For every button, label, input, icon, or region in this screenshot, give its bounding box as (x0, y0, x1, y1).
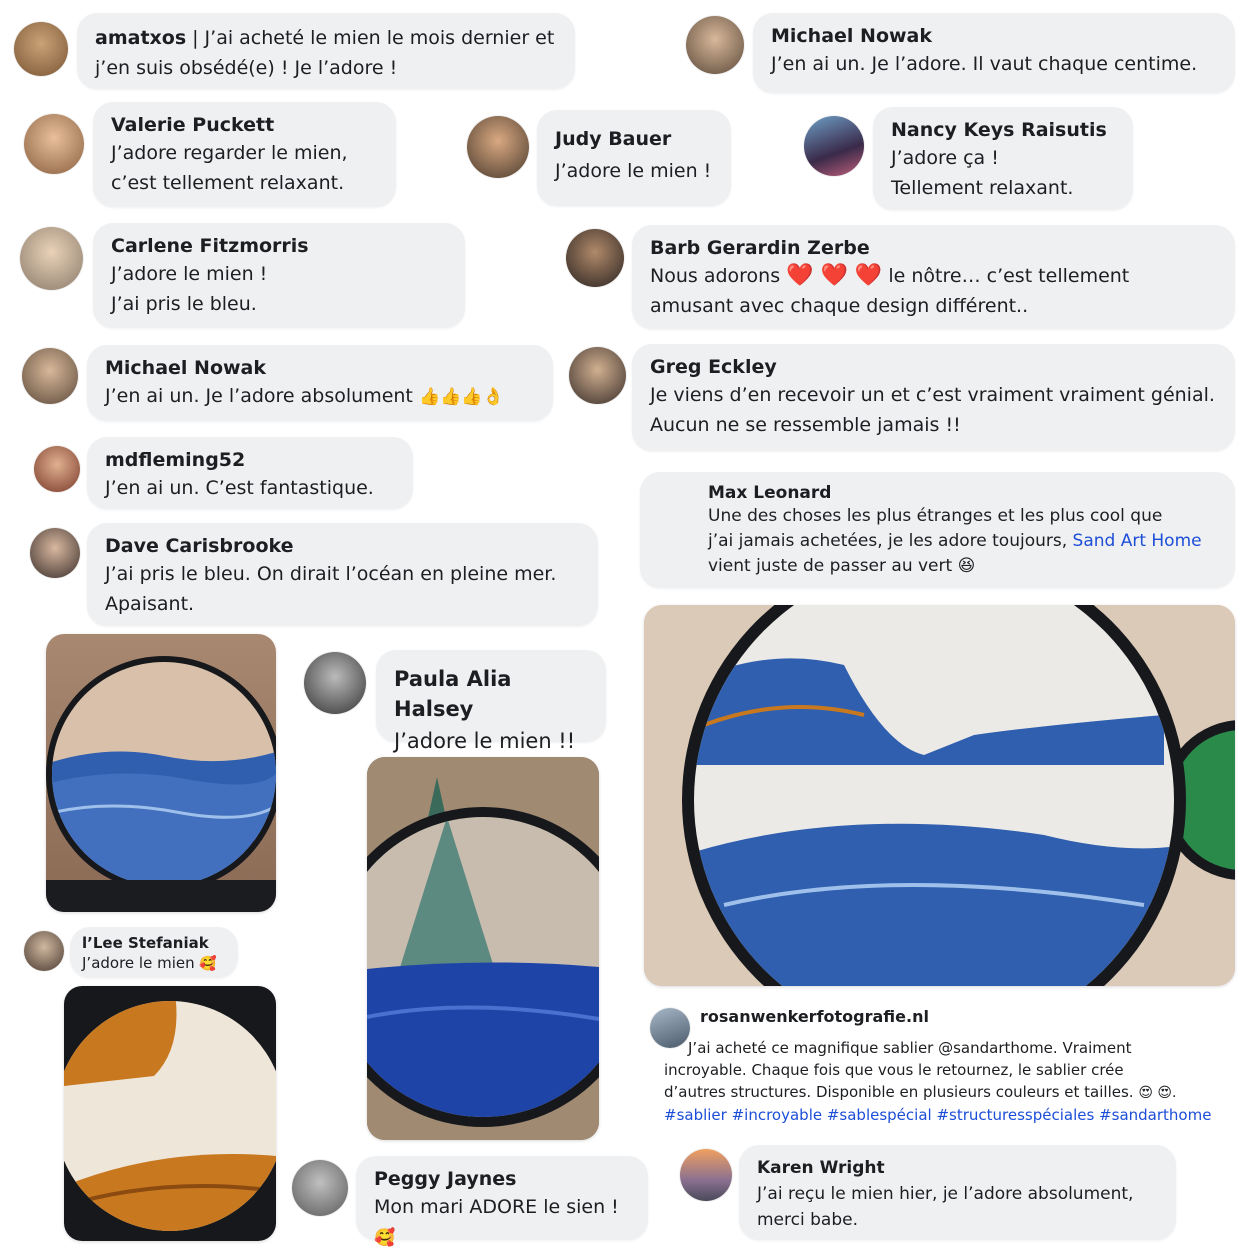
commenter-name[interactable]: Carlene Fitzmorris (111, 233, 447, 259)
commenter-name[interactable]: amatxos (95, 27, 186, 49)
comment-text: J’adore le mien (82, 954, 195, 972)
comment-amatxos: amatxos | J’ai acheté le mien le mois dern… (77, 13, 575, 89)
sand-art-frame-icon (367, 757, 599, 1140)
comment-line: Apaisant. (105, 593, 195, 615)
avatar-greg-eckley[interactable] (569, 347, 626, 404)
avatar-amatxos[interactable] (14, 22, 68, 76)
avatar-judy-bauer[interactable] (467, 116, 529, 178)
commenter-name[interactable]: Dave Carisbrooke (105, 533, 580, 559)
sand-art-home-link[interactable]: Sand Art Home (1073, 531, 1202, 551)
commenter-name[interactable]: Michael Nowak (105, 355, 535, 381)
comment-text: J’en ai un. C’est fantastique. (105, 477, 374, 499)
avatar-valerie-puckett[interactable] (24, 114, 84, 174)
commenter-name[interactable]: Barb Gerardin Zerbe (650, 235, 1217, 261)
heart-face-emoji-icon: 🥰 (374, 1228, 396, 1248)
comment-karen-wright: Karen Wright J’ai reçu le mien hier, je … (739, 1145, 1176, 1240)
comment-text: J’en ai un. Je l’adore absolument (105, 385, 413, 407)
avatar-peggy-jaynes[interactable] (292, 1160, 348, 1216)
comment-line: amusant avec chaque design différent.. (650, 295, 1029, 317)
sand-art-photo-large (644, 605, 1235, 986)
commenter-name[interactable]: Nancy Keys Raisutis (891, 117, 1115, 143)
comment-line: J’adore le mien ! (111, 263, 268, 285)
comment-peggy-jaynes: Peggy Jaynes Mon mari ADORE le sien ! 🥰 (356, 1156, 648, 1248)
comment-michael-nowak-2: Michael Nowak J’en ai un. Je l’adore abs… (87, 345, 553, 421)
sand-art-frame-icon (644, 605, 1235, 986)
commenter-name[interactable]: l’Lee Stefaniak (82, 933, 226, 953)
commenter-name[interactable]: Karen Wright (757, 1155, 1158, 1181)
avatar-paula-alia-halsey[interactable] (304, 652, 366, 714)
comment-barb-gerardin-zerbe: Barb Gerardin Zerbe Nous adorons ❤️ ❤️ ❤… (632, 225, 1235, 329)
sand-art-frame-icon (46, 656, 276, 912)
avatar-barb-gerardin-zerbe[interactable] (566, 229, 624, 287)
comment-text: J’adore le mien !! (394, 729, 576, 753)
comment-text: d’autres structures. Disponible en plusi… (664, 1083, 1134, 1101)
commenter-name[interactable]: Michael Nowak (771, 23, 1217, 49)
comment-line: J’adore regarder le mien, (111, 142, 348, 164)
avatar-dave-carisbrooke[interactable] (30, 528, 80, 578)
comment-line: J’ai pris le bleu. (111, 293, 257, 315)
comment-line: Une des choses les plus étranges et les … (708, 506, 1163, 526)
comment-line: J’ai acheté ce magnifique sablier @sanda… (688, 1039, 1132, 1057)
comment-rosanwenkerfotografie: rosanwenkerfotografie.nl J’ai acheté ce … (664, 1005, 1244, 1126)
avatar-karen-wright[interactable] (680, 1149, 732, 1201)
comment-text: J’en ai un. Je l’adore. Il vaut chaque c… (771, 53, 1198, 75)
hashtags[interactable]: #sablier #incroyable #sablespécial #stru… (664, 1104, 1244, 1126)
comment-max-leonard: Max Leonard Une des choses les plus étra… (640, 472, 1235, 588)
heart-eyes-emoji-icon: 😍 😍. (1138, 1085, 1177, 1101)
comment-michael-nowak-1: Michael Nowak J’en ai un. Je l’adore. Il… (753, 13, 1235, 93)
comment-judy-bauer: Judy Bauer J’adore le mien ! (537, 110, 731, 206)
comment-text: j’ai jamais achetées, je les adore toujo… (708, 531, 1068, 551)
avatar-lee-stefaniak[interactable] (24, 931, 64, 971)
comment-text: Mon mari ADORE le sien ! (374, 1196, 619, 1218)
comment-carlene-fitzmorris: Carlene Fitzmorris J’adore le mien ! J’a… (93, 223, 465, 328)
commenter-name[interactable]: Peggy Jaynes (374, 1166, 630, 1192)
comment-line: incroyable. Chaque fois que vous le reto… (664, 1061, 1124, 1079)
commenter-name[interactable]: Paula Alia Halsey (394, 664, 588, 724)
comment-line: Je viens d’en recevoir un et c’est vraim… (650, 384, 1215, 406)
comment-lee-stefaniak: l’Lee Stefaniak J’adore le mien 🥰 (70, 927, 238, 978)
comment-line: c’est tellement relaxant. (111, 172, 345, 194)
comment-dave-carisbrooke: Dave Carisbrooke J’ai pris le bleu. On d… (87, 523, 598, 626)
commenter-name[interactable]: Max Leonard (708, 482, 1217, 504)
comment-nancy-keys-raisutis: Nancy Keys Raisutis J’adore ça ! Telleme… (873, 107, 1133, 210)
comment-mdfleming52: mdfleming52 J’en ai un. C’est fantastiqu… (87, 437, 413, 509)
comment-text: J’adore le mien ! (555, 160, 712, 182)
avatar-carlene-fitzmorris[interactable] (20, 227, 83, 290)
avatar-michael-nowak[interactable] (686, 16, 744, 74)
sand-art-photo-orange (64, 986, 276, 1241)
laughing-emoji-icon: 😆 (957, 556, 976, 576)
comment-line: J’ai pris le bleu. On dirait l’océan en … (105, 563, 557, 585)
commenter-name[interactable]: Greg Eckley (650, 354, 1217, 380)
avatar-michael-nowak-2[interactable] (22, 348, 78, 404)
comment-line: merci babe. (757, 1210, 858, 1230)
comment-text: le nôtre… c’est tellement (888, 265, 1130, 287)
commenter-name[interactable]: mdfleming52 (105, 447, 395, 473)
sand-art-frame-icon (64, 1001, 276, 1231)
comment-line: Tellement relaxant. (891, 177, 1074, 199)
thumbs-up-emoji-icon: 👍👍👍👌 (418, 387, 504, 407)
comment-line: J’ai reçu le mien hier, je l’adore absol… (757, 1184, 1134, 1204)
comment-line: Aucun ne se ressemble jamais !! (650, 414, 961, 436)
commenter-name[interactable]: Judy Bauer (555, 126, 713, 152)
comment-line: J’adore ça ! (891, 147, 999, 169)
heart-emoji-icon: ❤️ ❤️ ❤️ (786, 263, 883, 288)
comment-text: Nous adorons (650, 265, 781, 287)
commenter-name[interactable]: Valerie Puckett (111, 112, 378, 138)
commenter-name[interactable]: rosanwenkerfotografie.nl (700, 1005, 1244, 1029)
sand-art-photo-blue-1 (46, 634, 276, 912)
sand-art-photo-christmas-tree (367, 757, 599, 1140)
avatar-mdfleming52[interactable] (34, 446, 80, 492)
avatar-nancy-keys-raisutis[interactable] (804, 116, 864, 176)
separator: | (192, 27, 199, 49)
comment-greg-eckley: Greg Eckley Je viens d’en recevoir un et… (632, 344, 1235, 451)
heart-face-emoji-icon: 🥰 (199, 956, 217, 972)
comment-paula-alia-halsey: Paula Alia Halsey J’adore le mien !! (376, 650, 606, 753)
comment-valerie-puckett: Valerie Puckett J’adore regarder le mien… (93, 102, 396, 207)
comment-text: vient juste de passer au vert (708, 556, 953, 576)
